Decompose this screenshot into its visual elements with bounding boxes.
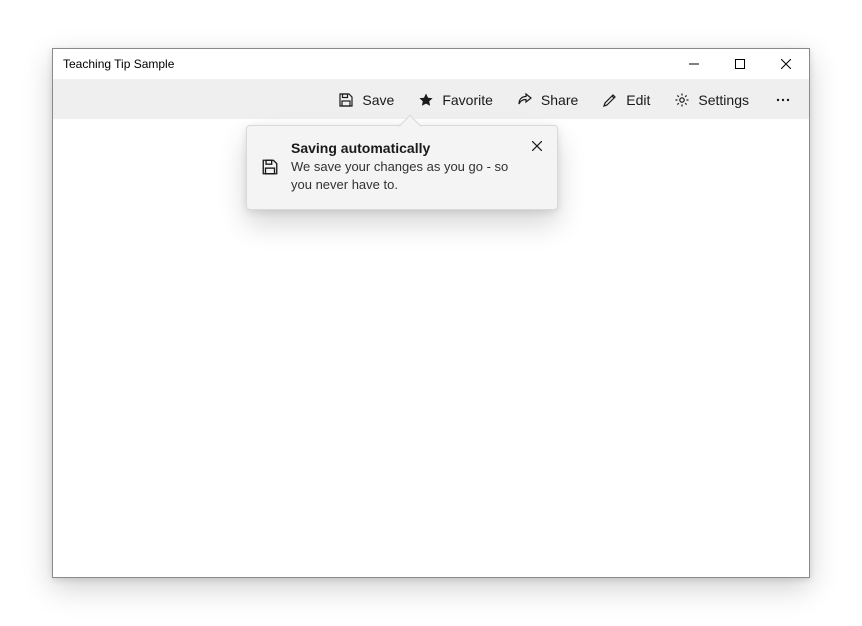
more-button[interactable] [763,83,803,117]
settings-label: Settings [698,92,749,108]
teaching-tip-close-button[interactable] [523,132,551,160]
star-icon [418,92,434,108]
gear-icon [674,92,690,108]
window-title: Teaching Tip Sample [63,57,174,71]
command-bar: Save Favorite Share [53,79,809,119]
favorite-label: Favorite [442,92,493,108]
titlebar: Teaching Tip Sample [53,49,809,79]
teaching-tip: Saving automatically We save your change… [246,125,558,210]
close-window-button[interactable] [763,49,809,79]
teaching-tip-title: Saving automatically [291,140,523,156]
minimize-icon [689,59,699,69]
maximize-icon [735,59,745,69]
edit-button[interactable]: Edit [592,83,660,117]
save-label: Save [362,92,394,108]
share-label: Share [541,92,578,108]
maximize-button[interactable] [717,49,763,79]
minimize-button[interactable] [671,49,717,79]
window-controls [671,49,809,79]
favorite-button[interactable]: Favorite [408,83,503,117]
share-icon [517,92,533,108]
share-button[interactable]: Share [507,83,588,117]
app-window: Teaching Tip Sample [52,48,810,578]
save-button[interactable]: Save [328,83,404,117]
settings-button[interactable]: Settings [664,83,759,117]
close-icon [532,138,542,154]
close-icon [781,59,791,69]
save-icon [261,158,279,176]
more-icon [775,92,791,108]
edit-label: Edit [626,92,650,108]
teaching-tip-subtitle: We save your changes as you go - so you … [291,158,523,193]
pencil-icon [602,92,618,108]
save-icon [338,92,354,108]
